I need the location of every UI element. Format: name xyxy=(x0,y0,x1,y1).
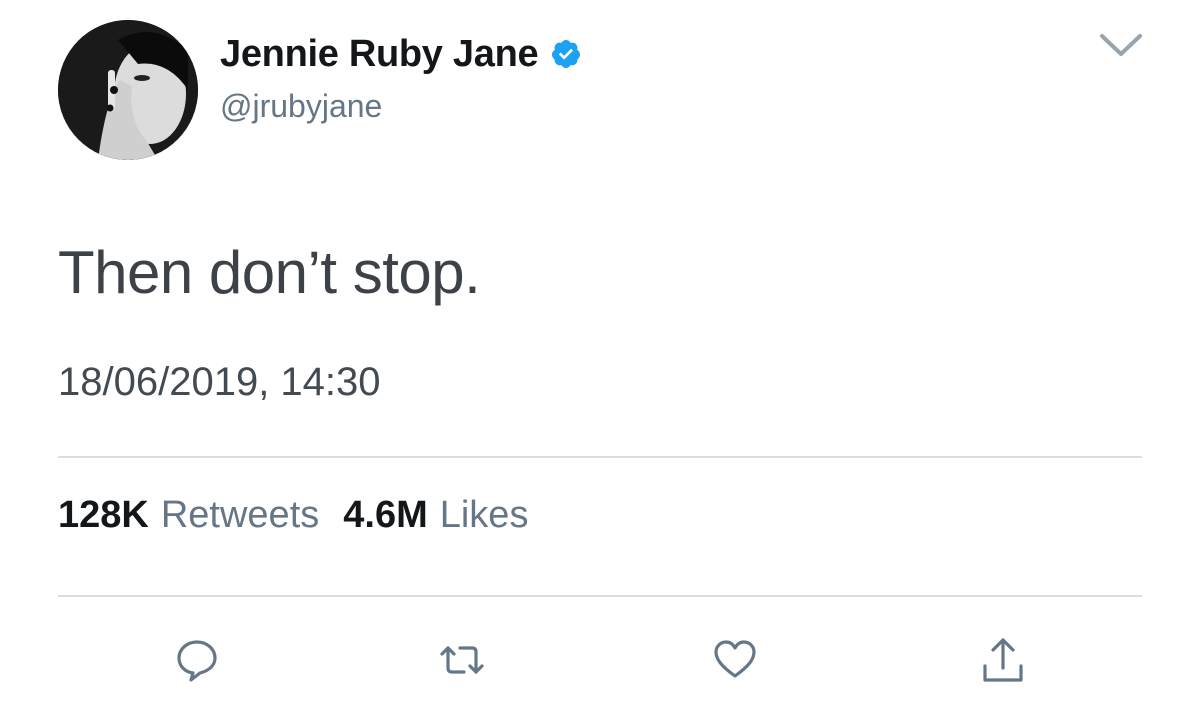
retweets-stat[interactable]: 128K Retweets xyxy=(58,494,319,537)
tweet-text: Then don’t stop. xyxy=(58,239,481,306)
avatar-photo xyxy=(58,20,198,160)
retweet-icon xyxy=(440,646,484,674)
tweet-stats: 128K Retweets 4.6M Likes xyxy=(58,494,528,537)
divider xyxy=(58,456,1142,458)
share-icon xyxy=(983,638,1023,682)
reply-button[interactable] xyxy=(167,630,227,690)
avatar[interactable] xyxy=(58,20,198,160)
reply-bubble-icon xyxy=(177,640,217,682)
author-row: Jennie Ruby Jane xyxy=(220,30,582,78)
author-handle[interactable]: @jrubyjane xyxy=(220,88,382,125)
likes-stat[interactable]: 4.6M Likes xyxy=(343,494,528,537)
likes-label: Likes xyxy=(439,494,529,536)
like-button[interactable] xyxy=(705,630,765,690)
retweets-count: 128K xyxy=(58,494,149,536)
divider xyxy=(58,595,1142,597)
retweet-button[interactable] xyxy=(432,630,492,690)
heart-icon xyxy=(714,640,756,678)
likes-count: 4.6M xyxy=(343,494,428,536)
display-name[interactable]: Jennie Ruby Jane xyxy=(220,33,539,76)
verified-badge-icon xyxy=(550,38,582,70)
share-button[interactable] xyxy=(973,630,1033,690)
chevron-down-icon[interactable] xyxy=(1098,30,1144,60)
tweet-timestamp[interactable]: 18/06/2019, 14:30 xyxy=(58,360,381,405)
retweets-label: Retweets xyxy=(160,494,320,536)
